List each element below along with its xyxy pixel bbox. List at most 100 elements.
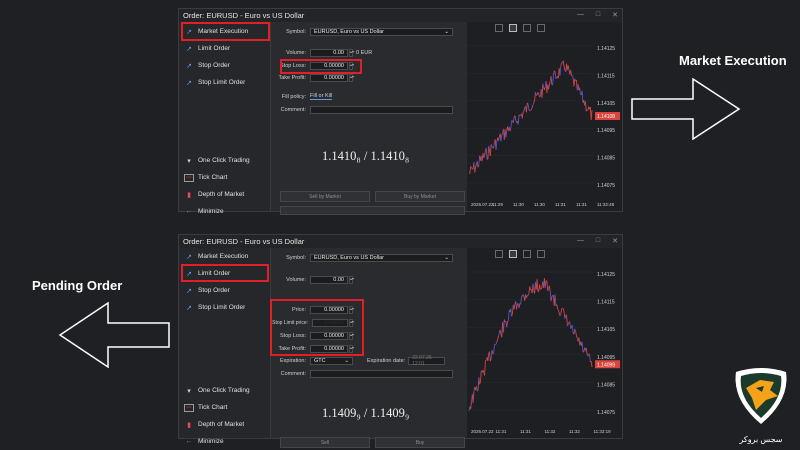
sidebar-item-tick-chart[interactable]: 〰 Tick Chart [179, 399, 271, 416]
price-segment [554, 294, 557, 306]
tick-chart[interactable]: 1.14125 1.14115 1.14105 1.14095 1.14085 1.140… [467, 248, 622, 438]
sell-by-market-button[interactable]: Sell by Market [280, 191, 370, 202]
price-segment [552, 75, 554, 86]
price-segment [493, 141, 495, 149]
price-segment [480, 370, 482, 382]
limit-order-icon: ↗ [186, 45, 192, 53]
sidebar-item-one-click-trading[interactable]: ▾ One Click Trading [179, 382, 271, 399]
price-segment [562, 308, 565, 313]
price-segment [559, 313, 562, 317]
volume-stepper[interactable]: ▴▾ [349, 276, 354, 284]
symbol-select[interactable]: EURUSD, Euro vs US Dollar ⌄ [310, 28, 453, 36]
x-tick-label: 11:31 [576, 202, 587, 207]
minimize-arrow-icon: ← [185, 438, 193, 445]
fill-policy-label: Fill policy: [281, 93, 306, 100]
sidebar-item-tick-chart[interactable]: 〰 Tick Chart [179, 169, 271, 186]
annotation-market-execution: Market Execution [679, 53, 787, 68]
price-segment [502, 319, 505, 333]
sidebar-item-minimize[interactable]: ← Minimize [179, 433, 271, 450]
sell-button[interactable]: Sell [280, 437, 370, 448]
price-segment [475, 163, 477, 168]
tick-chart[interactable]: 1.14125 1.14115 1.14105 1.14095 1.14085 1.140… [467, 22, 622, 211]
symbol-value: EURUSD, Euro vs US Dollar [314, 29, 384, 35]
expiration-date-input[interactable]: 22.07.26 12:01 [408, 355, 446, 367]
sidebar-item-stop-order[interactable]: ↗ Stop Order [179, 57, 270, 74]
price-segment [493, 344, 495, 354]
x-tick-label: 11:32:48 [597, 202, 615, 207]
sidebar-item-label: One Click Trading [198, 387, 250, 394]
price-segment [556, 304, 559, 309]
price-segment [495, 341, 498, 345]
stop-limit-order-icon: ↗ [186, 304, 192, 312]
sidebar-item-depth-of-market[interactable]: ▮ Depth of Market [179, 186, 271, 203]
chevron-down-icon: ⌄ [344, 358, 349, 364]
volume-input[interactable]: 0.00 [310, 49, 348, 57]
buy-by-market-button[interactable]: Buy by Market [375, 191, 465, 202]
symbol-select[interactable]: EURUSD, Euro vs US Dollar ⌄ [310, 254, 453, 262]
arrow-left-icon [58, 302, 170, 368]
price-segment [590, 110, 593, 120]
price-segment [523, 107, 526, 112]
fill-policy-value[interactable]: Fill or Kill [310, 93, 333, 100]
price-segment [498, 136, 500, 142]
price-segment [484, 150, 486, 156]
shield-logo-icon [735, 368, 787, 424]
minimize-window-icon[interactable]: — [577, 11, 584, 19]
window-title: Order: EURUSD - Euro vs US Dollar [183, 237, 305, 246]
bid-ask-price: 1.1410₈ / 1.1410₈ [322, 149, 410, 163]
price-segment [573, 78, 576, 87]
sidebar-item-label: Tick Chart [198, 404, 228, 411]
price-segment [514, 115, 517, 120]
price-segment [579, 87, 581, 95]
price-segment [540, 286, 543, 290]
highlight-stop-loss [280, 59, 362, 74]
volume-stepper[interactable]: ▴▾ [349, 49, 354, 57]
sidebar-item-depth-of-market[interactable]: ▮ Depth of Market [179, 416, 271, 433]
price-segment [507, 310, 510, 321]
price-segment [569, 321, 572, 329]
expiration-select[interactable]: GTC ⌄ [310, 357, 353, 365]
sidebar-item-minimize[interactable]: ← Minimize [179, 203, 271, 220]
take-profit-stepper[interactable]: ▴▾ [349, 74, 354, 82]
tick-chart-icon: 〰 [184, 173, 194, 182]
sidebar-item-limit-order[interactable]: ↗ Limit Order [179, 40, 270, 57]
sidebar-item-label: Tick Chart [198, 174, 228, 181]
sidebar-item-market-execution[interactable]: ↗ Market Execution [179, 248, 270, 265]
buy-button[interactable]: Buy [375, 437, 465, 448]
price-segment [559, 65, 562, 76]
maximize-window-icon[interactable]: □ [596, 11, 600, 19]
sidebar-item-stop-limit-order[interactable]: ↗ Stop Limit Order [179, 299, 270, 316]
y-tick-label: 1.14075 [597, 410, 615, 416]
minimize-arrow-icon: ← [185, 208, 193, 215]
symbol-label: Symbol: [286, 255, 306, 261]
price-segment [517, 114, 520, 125]
price-segment [491, 146, 494, 148]
take-profit-input[interactable]: 0.00000 [310, 74, 348, 82]
depth-of-market-icon: ▮ [187, 421, 191, 429]
minimize-window-icon[interactable]: — [577, 237, 584, 245]
sidebar-item-stop-limit-order[interactable]: ↗ Stop Limit Order [179, 74, 270, 91]
comment-input[interactable] [310, 106, 453, 114]
price-segment [548, 285, 551, 292]
price-segment [525, 102, 528, 113]
sidebar-item-stop-order[interactable]: ↗ Stop Order [179, 282, 270, 299]
price-segment [507, 320, 509, 322]
volume-input[interactable]: 0.00 [310, 276, 348, 284]
x-tick-label: 11:31 [555, 202, 566, 207]
volume-unit: 0 EUR [356, 50, 373, 56]
x-tick-label: 11:33:19 [594, 429, 612, 434]
sidebar-item-label: Stop Limit Order [198, 79, 246, 86]
sidebar-item-one-click-trading[interactable]: ▾ One Click Trading [179, 152, 271, 169]
price-segment [510, 120, 513, 129]
order-window-pending: Order: EURUSD - Euro vs US Dollar — □ ✕ … [178, 234, 623, 448]
price-segment [512, 117, 515, 124]
maximize-window-icon[interactable]: □ [596, 237, 600, 245]
close-window-icon[interactable]: ✕ [612, 11, 618, 19]
close-window-icon[interactable]: ✕ [612, 237, 618, 245]
chevron-down-icon: ⌄ [444, 29, 449, 35]
price-segment [590, 360, 593, 368]
price-segment [506, 321, 508, 328]
price-segment [522, 110, 525, 113]
comment-input[interactable] [310, 370, 453, 378]
price-segment [471, 167, 473, 170]
